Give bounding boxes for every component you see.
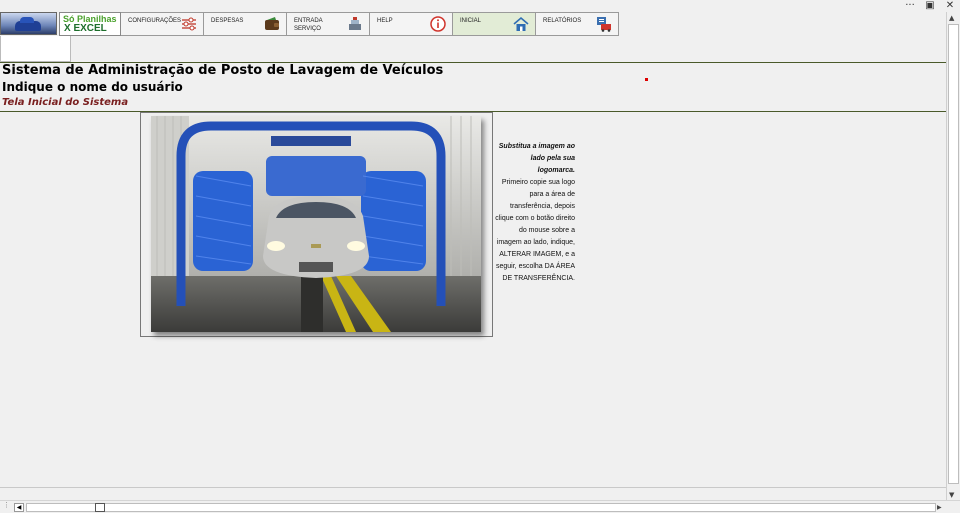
info-icon [430,16,446,32]
close-icon[interactable]: ✕ [940,0,960,12]
nav-relatorios-button[interactable]: RELATÓRIOS [536,12,619,36]
header: Sistema de Administração de Posto de Lav… [2,63,443,111]
nav-label: DESPESAS [211,18,244,24]
page-title: Sistema de Administração de Posto de Lav… [2,63,444,78]
brand-line2: X EXCEL [64,23,107,34]
report-icon [597,17,611,32]
wallet-icon [265,17,279,30]
cash-register-icon [349,17,361,30]
nav-label: ENTRADA SERVIÇO [294,18,323,32]
sheet-bottom-divider [0,487,946,488]
scroll-left-icon[interactable]: ◀ [14,503,24,512]
home-icon [513,16,529,31]
nav-label: CONFIGURAÇÕES [128,18,182,24]
vertical-scroll-track[interactable] [948,24,959,484]
nav-despesas-button[interactable]: DESPESAS [204,12,287,36]
logo-image-frame [140,112,493,337]
horizontal-scroll-thumb[interactable] [95,503,105,512]
nav-label: HELP [377,18,393,24]
more-options-icon[interactable]: ··· [900,0,920,12]
sheet-tab-splitter-icon[interactable]: ⋮ [3,501,10,509]
sliders-icon [182,17,196,31]
scroll-down-icon[interactable]: ▼ [949,491,954,499]
page-subtitle: Tela Inicial do Sistema [2,97,129,108]
scroll-up-icon[interactable]: ▲ [949,14,954,22]
nav-label: INICIAL [460,18,482,24]
nav-inicial-button[interactable]: INICIAL [453,12,536,36]
nav-entrada-servico-button[interactable]: ENTRADA SERVIÇO [287,12,370,36]
logo-instructions-note: Substitua a imagem ao lado pela sua logo… [495,141,575,285]
carwash-thumbnail-image [0,12,57,35]
horizontal-scrollbar[interactable]: ⋮ ◀ ▶ [0,500,960,513]
horizontal-scroll-track[interactable] [26,503,936,512]
nav-configuracoes-button[interactable]: CONFIGURAÇÕES [121,12,204,36]
carwash-photo[interactable] [151,116,481,332]
note-heading: Substitua a imagem ao lado pela sua logo… [498,143,575,174]
window-controls: ··· ▣ ✕ [900,0,960,12]
nav-bar: Só Planilhas X EXCEL CONFIGURAÇÕES DESPE… [0,12,619,36]
selected-cell[interactable] [0,36,71,62]
nav-label: RELATÓRIOS [543,18,582,24]
user-name-prompt[interactable]: Indique o nome do usuário [2,79,443,95]
brand-logo: Só Planilhas X EXCEL [59,12,121,36]
scroll-right-icon[interactable]: ▶ [937,503,946,512]
nav-help-button[interactable]: HELP [370,12,453,36]
restore-icon[interactable]: ▣ [920,0,940,12]
comment-indicator[interactable] [645,78,648,81]
note-body: Primeiro copie sua logo para a área de t… [495,179,575,282]
vertical-scrollbar[interactable]: ▲ ▼ [946,12,960,500]
